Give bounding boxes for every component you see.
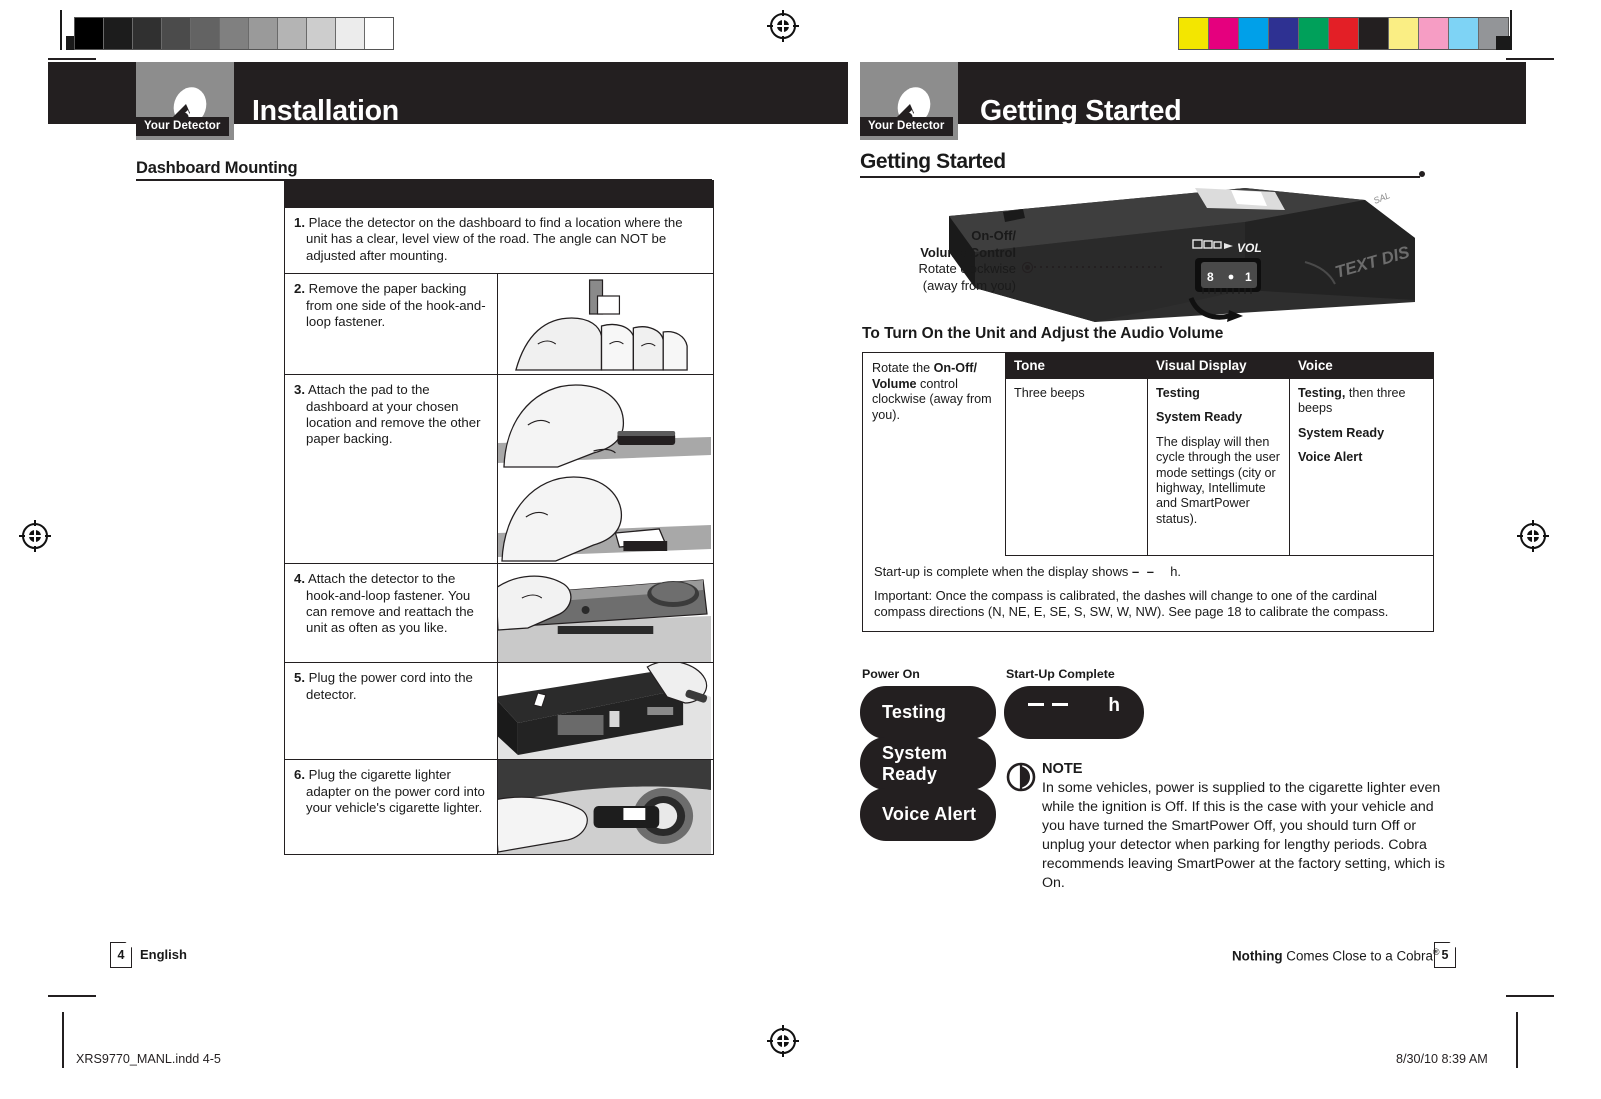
right-page-number: 5 bbox=[1441, 948, 1449, 962]
step-3-body: Attach the pad to the dashboard at your … bbox=[306, 382, 481, 447]
startup-line-b: h. bbox=[1155, 564, 1181, 579]
startup-dashes: – – bbox=[1131, 564, 1156, 579]
left-page-number-icon: 4 bbox=[110, 942, 132, 968]
step-1-body: Place the detector on the dashboard to f… bbox=[306, 215, 683, 263]
note-body: In some vehicles, power is supplied to t… bbox=[1042, 780, 1445, 891]
startup-important-note: Important: Once the compass is calibrate… bbox=[874, 588, 1389, 620]
step-4-body: Attach the detector to the hook-and-loop… bbox=[306, 571, 474, 636]
power-on-label: Power On bbox=[862, 667, 920, 681]
right-page-number-icon: 5 bbox=[1434, 942, 1456, 968]
step-4-text: 4. Attach the detector to the hook-and-l… bbox=[285, 564, 497, 662]
rotate-prefix: Rotate the bbox=[872, 361, 934, 375]
step-2-number: 2. bbox=[294, 281, 305, 297]
step-2-text: 2. Remove the paper backing from one sid… bbox=[285, 274, 497, 374]
step-4-illustration bbox=[497, 564, 711, 663]
step-3-illustration bbox=[497, 375, 711, 564]
table-row: 1. Place the detector on the dashboard t… bbox=[285, 207, 713, 273]
table-row: 5. Plug the power cord into the detector… bbox=[285, 662, 713, 760]
device-photo: VOL 8 1 TEXT DIS SAL bbox=[945, 182, 1445, 322]
note-block: NOTE In some vehicles, power is supplied… bbox=[1042, 760, 1452, 893]
step-1-text: 1. Place the detector on the dashboard t… bbox=[285, 208, 713, 273]
visual-system-ready: System Ready bbox=[1156, 410, 1243, 425]
callout-leader-line bbox=[1034, 266, 1164, 268]
startup-complete-label: Start-Up Complete bbox=[1006, 667, 1115, 681]
dashboard-mounting-heading: Dashboard Mounting bbox=[136, 159, 298, 177]
table-row: 2. Remove the paper backing from one sid… bbox=[285, 273, 713, 375]
matrix-header-row: Tone Visual Display Voice bbox=[1006, 353, 1433, 379]
volume-callout-label: On-Off/ Volume Control Rotate clockwise … bbox=[880, 228, 1016, 294]
callout-line-2: Volume Control bbox=[920, 244, 1016, 260]
left-chapter-tab[interactable]: Your Detector bbox=[136, 117, 229, 136]
getting-started-rule bbox=[860, 176, 1420, 178]
left-chapter-title: Installation bbox=[252, 95, 399, 127]
step-6-text: 6. Plug the cigarette lighter adapter on… bbox=[285, 760, 497, 854]
turn-on-section-title: To Turn On the Unit and Adjust the Audio… bbox=[862, 325, 1224, 342]
step-5-body: Plug the power cord into the detector. bbox=[306, 670, 473, 702]
step-6-illustration bbox=[497, 760, 711, 855]
callout-line-1: On-Off/ bbox=[971, 228, 1016, 243]
right-chapter-band bbox=[860, 62, 1526, 124]
right-footer-tagline: Nothing Comes Close to a Cobra® bbox=[1232, 947, 1440, 963]
tagline-bold: Nothing bbox=[1232, 948, 1283, 964]
step-2-illustration bbox=[497, 274, 711, 375]
table-row: 6. Plug the cigarette lighter adapter on… bbox=[285, 759, 713, 855]
production-filename: XRS9770_MANL.indd 4-5 bbox=[76, 1052, 221, 1066]
visual-cycle-text: The display will then cycle through the … bbox=[1156, 434, 1280, 526]
voice-system-ready: System Ready bbox=[1298, 425, 1385, 440]
display-pill-testing: Testing bbox=[860, 686, 996, 739]
callout-origin-dot bbox=[1022, 262, 1033, 273]
callout-line-4: (away from you) bbox=[922, 277, 1016, 293]
cell-tone: Three beeps bbox=[1006, 379, 1148, 555]
callout-line-3: Rotate clockwise bbox=[918, 261, 1016, 276]
startup-line-a: Start-up is complete when the display sh… bbox=[874, 564, 1132, 579]
note-title: NOTE bbox=[1042, 761, 1083, 777]
right-chapter-tab[interactable]: Your Detector bbox=[860, 117, 953, 136]
tagline-rest: Comes Close to a Cobra bbox=[1282, 948, 1433, 964]
rotate-bold-1: On-Off/ bbox=[933, 361, 977, 375]
voice-alert: Voice Alert bbox=[1298, 450, 1363, 465]
display-pill-system-ready: System Ready bbox=[860, 737, 996, 790]
left-footer-language: English bbox=[140, 947, 187, 962]
production-timestamp: 8/30/10 8:39 AM bbox=[1396, 1052, 1488, 1066]
display-pill-lcd-reading: h bbox=[1004, 686, 1144, 739]
turn-on-table: Rotate the On-Off/Volume control clockwi… bbox=[862, 352, 1434, 632]
table-row: Three beeps Testing System Ready The dis… bbox=[1006, 379, 1433, 556]
table-row: 3. Attach the pad to the dashboard at yo… bbox=[285, 374, 713, 564]
svg-text:VOL: VOL bbox=[1237, 241, 1262, 255]
rotate-instruction-cell: Rotate the On-Off/Volume control clockwi… bbox=[863, 353, 1006, 556]
table-row: 4. Attach the detector to the hook-and-l… bbox=[285, 563, 713, 663]
column-header-tone: Tone bbox=[1014, 358, 1045, 373]
visual-testing: Testing bbox=[1156, 386, 1200, 400]
step-5-illustration bbox=[497, 663, 711, 760]
step-1-number: 1. bbox=[294, 215, 305, 230]
svg-text:8: 8 bbox=[1207, 270, 1214, 284]
step-5-number: 5. bbox=[294, 670, 305, 686]
step-5-text: 5. Plug the power cord into the detector… bbox=[285, 663, 497, 759]
step-3-number: 3. bbox=[294, 382, 305, 398]
right-chapter-title: Getting Started bbox=[980, 95, 1182, 127]
getting-started-rule-dot bbox=[1419, 171, 1425, 177]
display-pill-voice-alert: Voice Alert bbox=[860, 788, 996, 841]
column-header-voice: Voice bbox=[1298, 358, 1333, 373]
svg-text:1: 1 bbox=[1245, 270, 1252, 284]
step-6-body: Plug the cigarette lighter adapter on th… bbox=[306, 767, 485, 816]
step-6-number: 6. bbox=[294, 767, 305, 783]
installation-steps-table: 1. Place the detector on the dashboard t… bbox=[284, 180, 714, 856]
step-4-number: 4. bbox=[294, 571, 305, 587]
steps-table-header-bar bbox=[285, 181, 713, 207]
left-page-number: 4 bbox=[117, 948, 125, 962]
cell-visual-display: Testing System Ready The display will th… bbox=[1148, 379, 1290, 555]
startup-notes-row: Start-up is complete when the display sh… bbox=[863, 556, 1433, 631]
note-circle-icon bbox=[1006, 762, 1036, 792]
cell-voice: Testing, then three beeps System Ready V… bbox=[1290, 379, 1433, 555]
getting-started-heading: Getting Started bbox=[860, 150, 1006, 173]
column-header-visual-display: Visual Display bbox=[1156, 358, 1247, 373]
rotate-bold-2: Volume bbox=[872, 376, 917, 391]
step-2-body: Remove the paper backing from one side o… bbox=[306, 281, 486, 330]
step-3-text: 3. Attach the pad to the dashboard at yo… bbox=[285, 375, 497, 563]
voice-testing: Testing, bbox=[1298, 386, 1346, 400]
